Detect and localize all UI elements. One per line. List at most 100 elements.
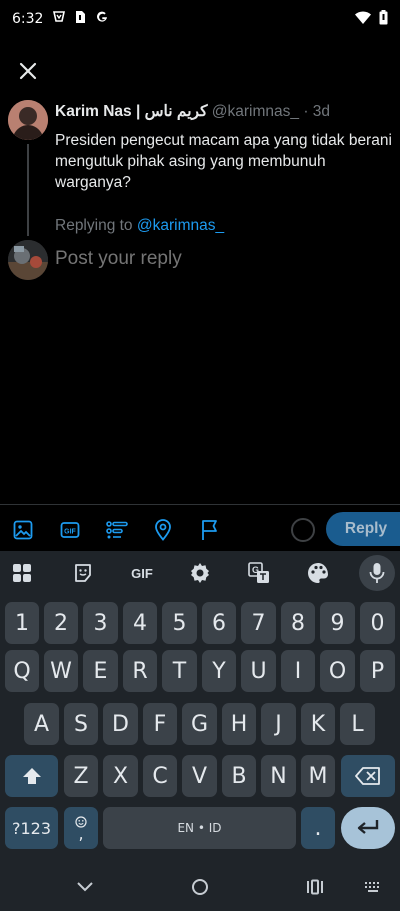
keyboard-settings-button[interactable] (188, 561, 212, 585)
location-pin-icon (155, 519, 171, 541)
location-button[interactable] (152, 519, 174, 541)
poll-icon (106, 521, 128, 539)
user-avatar[interactable] (8, 240, 48, 280)
key-q[interactable]: Q (5, 650, 39, 692)
key-t[interactable]: T (162, 650, 197, 692)
vpn-shield-icon (52, 10, 66, 28)
key-0[interactable]: 0 (360, 602, 395, 644)
flag-button[interactable] (199, 519, 221, 541)
key-k[interactable]: K (301, 703, 335, 745)
media-button[interactable] (12, 519, 34, 541)
key-d[interactable]: D (103, 703, 138, 745)
author-name[interactable]: Karim Nas | كريم ناس (55, 103, 207, 120)
svg-text:GIF: GIF (64, 529, 76, 536)
key-p[interactable]: P (360, 650, 395, 692)
key-h[interactable]: H (222, 703, 256, 745)
voice-input-button[interactable] (359, 555, 395, 591)
keyboard-apps-button[interactable] (10, 561, 34, 585)
key-6[interactable]: 6 (202, 602, 236, 644)
translate-button[interactable]: G (247, 561, 271, 585)
key-b[interactable]: B (222, 755, 256, 797)
image-icon (13, 520, 33, 540)
keyboard-gif-button[interactable]: GIF (128, 561, 156, 585)
grid-icon (13, 564, 31, 582)
wifi-icon (355, 10, 371, 28)
backspace-icon (355, 767, 380, 785)
author-avatar[interactable] (8, 100, 48, 140)
nav-home-button[interactable] (189, 876, 211, 898)
nav-recents-button[interactable] (304, 876, 326, 898)
emoji-comma-key[interactable]: , (64, 807, 98, 849)
compose-toolbar: GIF Reply (0, 504, 400, 551)
shift-key[interactable] (5, 755, 58, 797)
close-icon (19, 62, 37, 80)
keyboard-switch-button[interactable] (362, 876, 384, 898)
author-handle[interactable]: @karimnas_ (212, 103, 299, 120)
period-key[interactable]: . (301, 807, 335, 849)
key-i[interactable]: I (281, 650, 315, 692)
home-circle-icon (192, 879, 208, 895)
tweet-header: Karim Nas | كريم ناس @karimnas_ · 3d (55, 102, 330, 121)
reply-input[interactable] (55, 248, 375, 270)
thread-line (27, 144, 29, 236)
gif-button[interactable]: GIF (59, 519, 81, 541)
key-y[interactable]: Y (202, 650, 236, 692)
gif-icon: GIF (60, 522, 80, 538)
close-button[interactable] (14, 57, 42, 85)
space-key[interactable]: EN • ID (103, 807, 296, 849)
recents-icon (307, 879, 323, 895)
key-1[interactable]: 1 (5, 602, 39, 644)
microphone-icon (369, 563, 385, 583)
sim-card-icon (75, 10, 86, 28)
key-9[interactable]: 9 (320, 602, 355, 644)
theme-button[interactable] (306, 561, 330, 585)
key-7[interactable]: 7 (241, 602, 276, 644)
palette-icon (308, 563, 328, 583)
key-v[interactable]: V (182, 755, 217, 797)
google-g-icon (95, 10, 109, 28)
replying-mention[interactable]: @karimnas_ (137, 217, 224, 234)
key-g[interactable]: G (182, 703, 217, 745)
replying-to: Replying to @karimnas_ (55, 217, 224, 235)
status-bar: 6:32 (0, 0, 400, 38)
gear-icon (191, 563, 209, 583)
key-f[interactable]: F (143, 703, 177, 745)
key-5[interactable]: 5 (162, 602, 197, 644)
key-2[interactable]: 2 (44, 602, 78, 644)
key-a[interactable]: A (24, 703, 59, 745)
enter-key[interactable] (341, 807, 395, 849)
comma-label: , (78, 824, 84, 843)
symbols-key[interactable]: ?123 (5, 807, 58, 849)
keyboard: GIF G 1 2 3 4 5 6 7 8 9 0 Q W E R T Y U … (0, 551, 400, 861)
key-z[interactable]: Z (64, 755, 98, 797)
nav-back-button[interactable] (74, 876, 96, 898)
key-o[interactable]: O (320, 650, 355, 692)
key-m[interactable]: M (301, 755, 335, 797)
translate-icon: G (248, 562, 269, 583)
replying-prefix: Replying to (55, 217, 137, 234)
key-8[interactable]: 8 (281, 602, 315, 644)
key-e[interactable]: E (83, 650, 118, 692)
key-l[interactable]: L (340, 703, 375, 745)
key-x[interactable]: X (103, 755, 138, 797)
character-count-ring (291, 518, 315, 542)
key-r[interactable]: R (123, 650, 157, 692)
tweet-age: 3d (312, 103, 331, 120)
key-3[interactable]: 3 (83, 602, 118, 644)
key-c[interactable]: C (143, 755, 177, 797)
key-w[interactable]: W (44, 650, 78, 692)
sticker-button[interactable] (71, 561, 95, 585)
key-s[interactable]: S (64, 703, 98, 745)
reply-button[interactable]: Reply (326, 512, 400, 546)
key-u[interactable]: U (241, 650, 276, 692)
chevron-down-icon (77, 882, 93, 892)
flag-icon (202, 520, 217, 540)
poll-button[interactable] (106, 519, 128, 541)
backspace-key[interactable] (341, 755, 395, 797)
key-j[interactable]: J (261, 703, 296, 745)
key-n[interactable]: N (261, 755, 296, 797)
key-4[interactable]: 4 (123, 602, 157, 644)
status-time: 6:32 (12, 11, 44, 27)
keyboard-toolbar: GIF G (0, 551, 400, 595)
keyboard-icon (365, 882, 379, 892)
